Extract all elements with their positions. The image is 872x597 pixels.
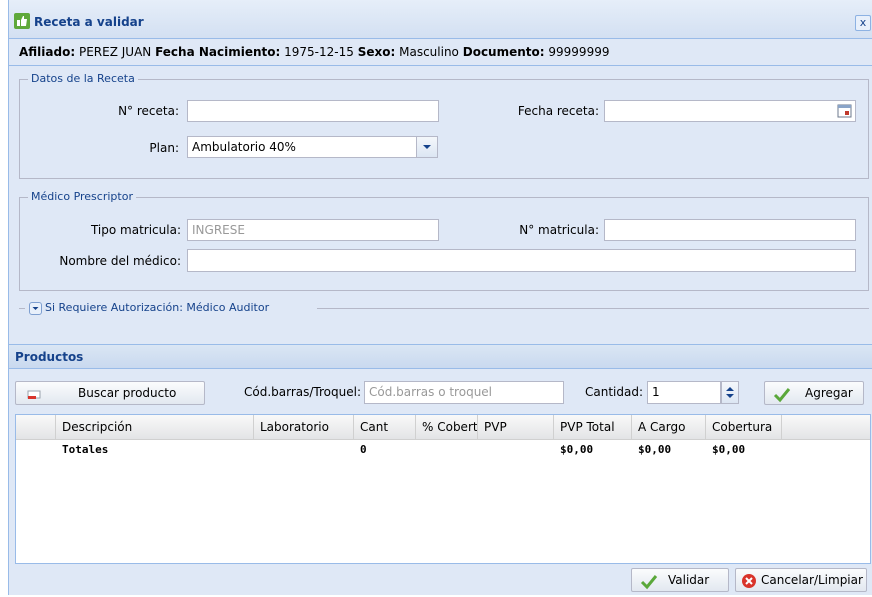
document-label: Documento: (462, 45, 545, 59)
check-icon (640, 572, 658, 590)
doctor-name-input[interactable] (187, 249, 856, 272)
totals-quantity: 0 (360, 443, 367, 456)
license-number-label: N° matricula: (519, 223, 599, 237)
affiliate-value: PEREZ JUAN (78, 45, 152, 59)
column-header[interactable]: PVP (478, 415, 554, 439)
prescription-number-input[interactable] (187, 100, 439, 122)
column-header[interactable]: % Cobert (416, 415, 478, 439)
column-header[interactable]: Cobertura (706, 415, 782, 439)
products-toolbar: Buscar producto Cód.barras/Troquel: Cód.… (9, 369, 872, 413)
window-title: Receta a validar (34, 15, 144, 29)
totals-pvp-total: $0,00 (560, 443, 594, 456)
check-icon (773, 385, 791, 403)
chevron-down-icon[interactable] (416, 136, 438, 158)
add-product-label: Agregar (805, 386, 853, 400)
close-icon[interactable]: x (855, 15, 871, 31)
products-title: Productos (15, 350, 84, 364)
search-product-icon (26, 386, 42, 402)
products-grid: Descripción Laboratorio Cant % Cobert PV… (15, 414, 871, 564)
birth-date-label: Fecha Nacimiento: (155, 45, 281, 59)
products-header: Productos (9, 344, 872, 369)
license-type-label: Tipo matricula: (90, 223, 181, 237)
column-header-checker (16, 415, 56, 439)
quantity-input[interactable]: 1 (647, 381, 721, 404)
add-product-button[interactable]: Agregar (764, 381, 864, 405)
column-header[interactable]: PVP Total (554, 415, 632, 439)
affiliate-label: Afiliado: (19, 45, 76, 59)
cancel-clear-button[interactable]: Cancelar/Limpiar (735, 568, 867, 592)
column-header[interactable]: Laboratorio (254, 415, 354, 439)
prescription-data-fieldset: Datos de la Receta (19, 72, 869, 179)
calendar-icon[interactable] (834, 100, 856, 122)
search-product-label: Buscar producto (78, 386, 177, 400)
validate-label: Validar (668, 573, 710, 587)
cancel-icon (740, 572, 758, 590)
thumbs-up-icon (14, 13, 30, 29)
doctor-name-label: Nombre del médico: (59, 254, 181, 268)
auditor-toggle-label[interactable]: Si Requiere Autorización: Médico Auditor (45, 301, 269, 314)
totals-label: Totales (62, 443, 109, 456)
barcode-label: Cód.barras/Troquel: (244, 385, 361, 399)
prescriber-fieldset: Médico Prescriptor (19, 190, 869, 291)
divider (19, 308, 25, 309)
license-number-input[interactable] (604, 219, 856, 241)
prescriber-legend: Médico Prescriptor (28, 190, 136, 203)
birth-date-value: 1975-12-15 (284, 45, 354, 59)
validate-button[interactable]: Validar (631, 568, 729, 592)
license-type-input[interactable]: INGRESE (187, 219, 439, 241)
affiliate-info: Afiliado: PEREZ JUAN Fecha Nacimiento: 1… (19, 45, 609, 59)
document-value: 99999999 (548, 45, 610, 59)
window-footer: Validar Cancelar/Limpiar (9, 564, 872, 595)
prescription-number-label: N° receta: (118, 104, 179, 118)
affiliate-info-bar: Afiliado: PEREZ JUAN Fecha Nacimiento: 1… (9, 39, 872, 66)
grid-header: Descripción Laboratorio Cant % Cobert PV… (16, 415, 870, 440)
totals-a-cargo: $0,00 (638, 443, 672, 456)
plan-label: Plan: (149, 141, 179, 155)
sex-value: Masculino (399, 45, 459, 59)
barcode-input[interactable]: Cód.barras o troquel (364, 381, 564, 404)
column-header[interactable]: Cant (354, 415, 416, 439)
cancel-clear-label: Cancelar/Limpiar (761, 573, 863, 587)
window-titlebar: Receta a validar x (9, 0, 872, 39)
column-header[interactable]: A Cargo (632, 415, 706, 439)
auditor-collapsible: Si Requiere Autorización: Médico Auditor (19, 300, 869, 316)
search-product-button[interactable]: Buscar producto (15, 381, 205, 405)
prescription-date-label: Fecha receta: (517, 104, 599, 118)
prescription-validation-window: Receta a validar x Afiliado: PEREZ JUAN … (8, 0, 872, 595)
prescription-data-legend: Datos de la Receta (28, 72, 138, 85)
spinner-icon[interactable] (721, 381, 739, 404)
totals-cobertura: $0,00 (712, 443, 746, 456)
plan-select[interactable]: Ambulatorio 40% (187, 136, 417, 158)
prescription-date-input[interactable] (604, 100, 856, 122)
chevron-down-icon[interactable] (29, 302, 42, 315)
quantity-label: Cantidad: (584, 385, 643, 399)
divider (317, 308, 869, 309)
column-header[interactable]: Descripción (56, 415, 254, 439)
sex-label: Sexo: (357, 45, 396, 59)
